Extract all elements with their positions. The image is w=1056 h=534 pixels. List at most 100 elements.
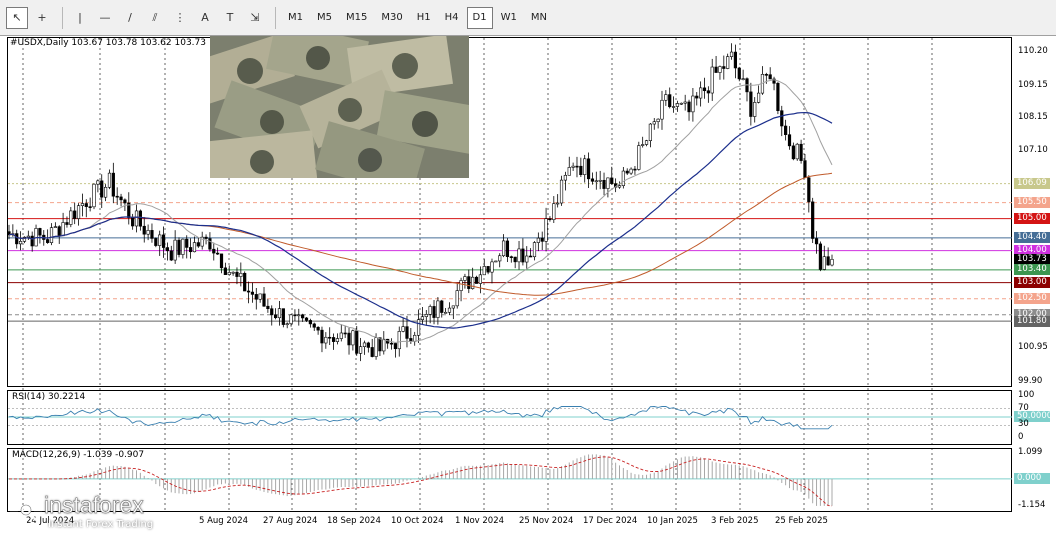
chart-canvas [7, 38, 1012, 512]
price-tag: 101.80 [1014, 315, 1050, 327]
candle-body [401, 326, 405, 332]
candle-body [355, 330, 359, 354]
candle-body [749, 91, 753, 117]
candle-body [741, 78, 745, 80]
candle-body [61, 222, 65, 237]
price-tag: 103.73 [1014, 253, 1050, 265]
candle-body [208, 238, 212, 250]
candle-body [374, 337, 378, 357]
candle-body [432, 306, 436, 318]
candle-body [799, 143, 803, 161]
candle-body [96, 180, 100, 185]
candle-body [756, 92, 761, 103]
candle-body [254, 294, 258, 300]
candle-body [227, 272, 231, 275]
date-label: 5 Aug 2024 [199, 516, 249, 526]
candle-body [138, 210, 142, 227]
watermark-brand: instaforex [44, 492, 144, 518]
candle-body [486, 266, 490, 273]
candle-body [235, 271, 239, 277]
candle-body [219, 253, 224, 269]
candle-body [652, 121, 656, 125]
candle-body [617, 185, 622, 188]
candle-body [123, 199, 127, 204]
candle-body [811, 201, 815, 239]
candle-body [830, 258, 834, 266]
candle-body [413, 334, 417, 342]
candle-body [370, 347, 374, 357]
candle-body [764, 74, 768, 76]
candle-body [482, 266, 486, 276]
candle-body [513, 256, 517, 263]
candle-body [115, 195, 119, 198]
candle-body [447, 307, 452, 313]
candle-body [161, 234, 166, 248]
candle-body [92, 183, 96, 208]
candle-body [648, 123, 652, 141]
candle-body [780, 110, 784, 127]
price-scale-tick: 109.15 [1018, 79, 1048, 90]
macd-scale-tick: 1.099 [1018, 447, 1043, 457]
candle-body [216, 252, 220, 255]
candle-body [521, 248, 525, 263]
candle-body [606, 177, 610, 189]
candle-body [706, 90, 710, 94]
candle-body [424, 314, 428, 317]
candle-body [150, 230, 154, 239]
date-label: 3 Feb 2025 [711, 516, 759, 526]
candle-body [351, 330, 355, 346]
price-scale-tick: 99.90 [1018, 376, 1043, 386]
candle-body [57, 226, 61, 237]
candle-body [134, 210, 139, 227]
macd-scale-tick: 0.000 [1014, 472, 1050, 484]
candle-body [80, 203, 85, 207]
candle-body [579, 165, 583, 175]
date-label: 17 Dec 2024 [583, 516, 638, 526]
date-label: 25 Nov 2024 [519, 516, 574, 526]
date-label: 1 Nov 2024 [455, 516, 505, 526]
candle-body [644, 140, 649, 145]
candle-body [529, 255, 533, 258]
price-tag: 102.50 [1014, 293, 1050, 305]
price-tag: 106.09 [1014, 178, 1050, 190]
candle-body [451, 305, 455, 309]
candle-body [46, 239, 50, 243]
candle-body [675, 103, 680, 107]
candle-body [389, 342, 394, 345]
candle-body [567, 167, 571, 176]
price-scale-tick: 107.10 [1018, 145, 1048, 156]
candle-body [691, 95, 695, 113]
candle-body [532, 242, 537, 258]
candle-body [316, 326, 320, 331]
money-photo-image [210, 36, 469, 178]
candle-body [84, 203, 88, 207]
candle-body [656, 118, 660, 122]
candle-body [583, 158, 587, 175]
candle-body [699, 87, 703, 99]
candle-body [405, 326, 409, 339]
candle-body [478, 274, 482, 284]
candle-body [328, 336, 332, 339]
candle-body [223, 267, 227, 275]
candle-body [30, 235, 34, 247]
candle-body [274, 314, 278, 319]
candle-body [629, 168, 633, 174]
candle-body [737, 67, 741, 80]
rsi-scale-tick: 0 [1018, 432, 1024, 442]
candle-body [679, 102, 683, 105]
candle-body [76, 205, 81, 219]
price-tag: 104.40 [1014, 232, 1050, 244]
candle-body [169, 250, 173, 261]
candle-body [185, 238, 189, 248]
candle-body [548, 218, 552, 221]
candle-body [301, 314, 305, 319]
candle-body [165, 247, 170, 252]
candle-body [501, 240, 506, 257]
candle-body [100, 180, 104, 198]
candle-body [559, 179, 564, 204]
candle-body [687, 101, 691, 113]
candle-body [637, 145, 641, 170]
candle-body [633, 168, 637, 171]
watermark-tagline: Instant Forex Trading [48, 519, 154, 530]
candle-body [324, 336, 328, 344]
